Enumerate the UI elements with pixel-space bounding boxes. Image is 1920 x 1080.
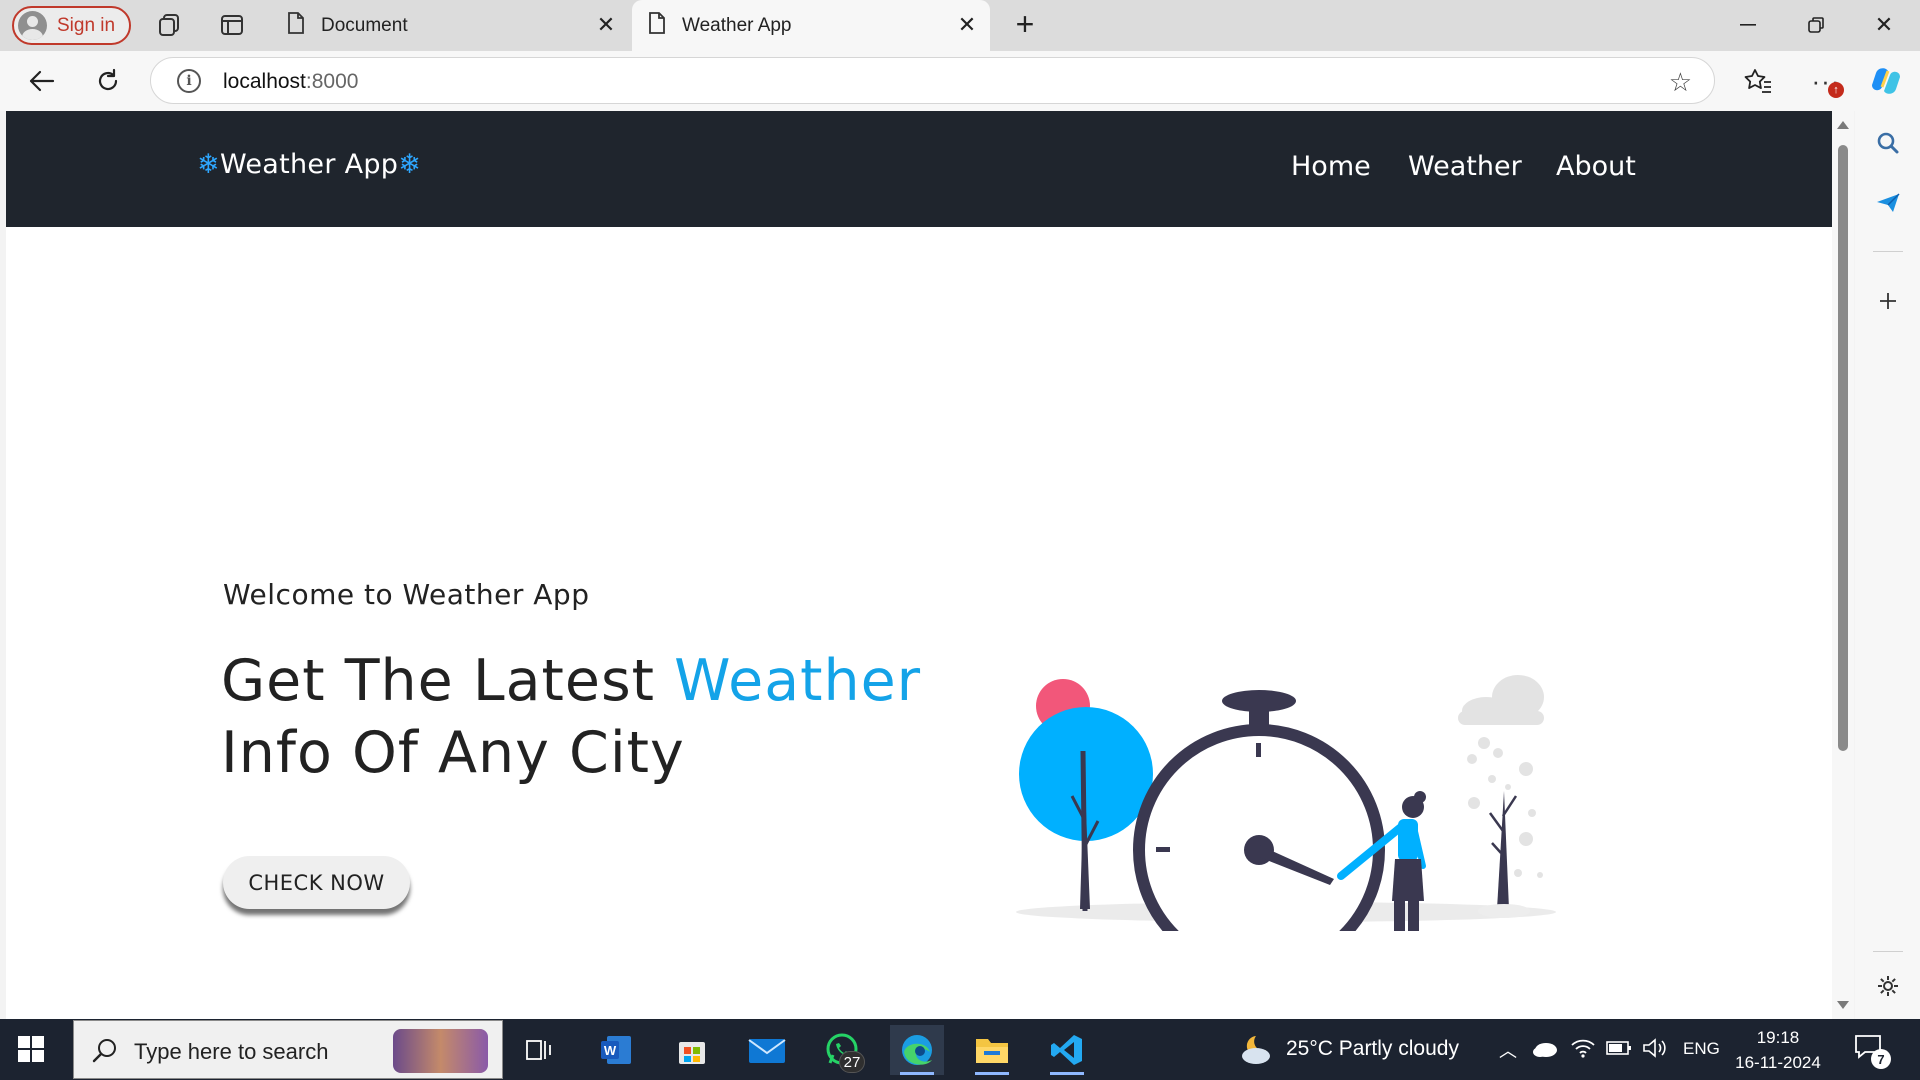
- site-info-icon[interactable]: i: [177, 69, 201, 93]
- word-icon[interactable]: W: [589, 1025, 643, 1075]
- search-icon: [92, 1037, 118, 1068]
- refresh-icon[interactable]: [90, 63, 126, 99]
- hero-title-accent: Weather: [674, 648, 922, 714]
- tab-document[interactable]: Document ✕: [271, 0, 629, 51]
- microsoft-store-icon[interactable]: [665, 1025, 719, 1075]
- wifi-icon[interactable]: [1570, 1037, 1596, 1064]
- update-badge: ↑: [1828, 82, 1844, 98]
- hero-title-part2: Info Of Any City: [221, 720, 685, 786]
- taskbar-weather-widget[interactable]: 25°C Partly cloudy: [1238, 1029, 1459, 1069]
- sign-in-label: Sign in: [57, 14, 116, 36]
- edge-sidebar: [1855, 111, 1920, 1019]
- open-app-indicator: [975, 1072, 1009, 1075]
- site-logo[interactable]: ❄Weather App❄: [197, 149, 421, 180]
- show-hidden-icons-chevron-icon[interactable]: ︿: [1499, 1037, 1517, 1063]
- back-icon[interactable]: [24, 63, 60, 99]
- notification-count-badge: 7: [1871, 1049, 1891, 1069]
- onedrive-icon[interactable]: [1532, 1039, 1558, 1064]
- file-explorer-icon[interactable]: [965, 1025, 1019, 1075]
- nav-weather-link[interactable]: Weather: [1408, 151, 1522, 182]
- minimize-button[interactable]: [1718, 6, 1778, 44]
- restore-button[interactable]: [1786, 6, 1846, 44]
- document-icon: [287, 11, 305, 40]
- task-view-icon[interactable]: [512, 1025, 566, 1075]
- svg-text:W: W: [604, 1043, 617, 1058]
- snowflake-icon: ❄: [197, 149, 220, 180]
- windows-start-icon[interactable]: [18, 1036, 44, 1067]
- open-app-indicator: [1050, 1072, 1084, 1075]
- nav-about-link[interactable]: About: [1556, 151, 1636, 182]
- copilot-icon[interactable]: [1866, 61, 1906, 101]
- edge-icon[interactable]: [890, 1025, 944, 1075]
- search-icon[interactable]: [1868, 123, 1908, 163]
- profile-avatar-icon: [18, 11, 47, 40]
- check-now-button[interactable]: CHECK NOW: [223, 856, 410, 909]
- vscode-icon[interactable]: [1040, 1025, 1094, 1075]
- browser-toolbar: i localhost:8000 ☆ ··· ↑: [0, 51, 1920, 111]
- document-icon: [648, 11, 666, 40]
- sidebar-divider: [1873, 251, 1903, 252]
- partly-cloudy-night-icon: [1242, 1036, 1270, 1064]
- weather-text: 25°C Partly cloudy: [1286, 1037, 1459, 1060]
- tab-title: Weather App: [682, 14, 792, 36]
- sidebar-settings-gear-icon[interactable]: [1868, 966, 1908, 1006]
- scrollbar-thumb[interactable]: [1838, 145, 1848, 751]
- windows-taskbar: Type here to search W 27 25°C Partly clo…: [0, 1019, 1920, 1080]
- tab-title: Document: [321, 14, 408, 36]
- search-highlight-image: [393, 1029, 488, 1073]
- hero-title: Get The Latest Weather Info Of Any City: [221, 645, 981, 789]
- send-icon[interactable]: [1868, 183, 1908, 223]
- browser-tab-strip: Sign in Document ✕ Weather App ✕ + ✕: [0, 0, 1920, 51]
- page-scrollbar[interactable]: [1832, 111, 1854, 1019]
- taskbar-search-box[interactable]: Type here to search: [73, 1020, 503, 1079]
- favorites-icon[interactable]: [1738, 61, 1778, 101]
- scroll-down-arrow-icon[interactable]: [1837, 1001, 1849, 1009]
- close-tab-icon[interactable]: ✕: [954, 12, 980, 38]
- whatsapp-unread-badge: 27: [839, 1051, 865, 1073]
- sidebar-divider: [1873, 951, 1903, 952]
- active-app-indicator: [900, 1072, 934, 1075]
- whatsapp-icon[interactable]: 27: [815, 1025, 869, 1075]
- close-window-button[interactable]: ✕: [1854, 6, 1914, 44]
- clock-date: 16-11-2024: [1735, 1053, 1821, 1072]
- favorite-star-icon[interactable]: ☆: [1669, 67, 1692, 98]
- search-placeholder: Type here to search: [134, 1039, 329, 1064]
- tab-weather-app[interactable]: Weather App ✕: [632, 0, 990, 51]
- hero-welcome-text: Welcome to Weather App: [223, 578, 590, 611]
- battery-icon[interactable]: [1606, 1039, 1632, 1062]
- workspaces-icon[interactable]: [155, 11, 183, 39]
- brand-name: Weather App: [219, 149, 399, 180]
- tab-actions-icon[interactable]: [218, 11, 246, 39]
- hero-title-part1: Get The Latest: [221, 648, 675, 714]
- sign-in-button[interactable]: Sign in: [12, 6, 131, 45]
- weather-clock-illustration: [1016, 675, 1556, 931]
- snowflake-icon: ❄: [398, 149, 422, 180]
- clock-time: 19:18: [1756, 1028, 1800, 1047]
- settings-and-more-icon[interactable]: ··· ↑: [1806, 61, 1846, 101]
- scroll-up-arrow-icon[interactable]: [1837, 121, 1849, 129]
- volume-icon[interactable]: [1642, 1037, 1668, 1064]
- taskbar-clock[interactable]: 19:18 16-11-2024: [1733, 1025, 1823, 1075]
- close-tab-icon[interactable]: ✕: [593, 12, 619, 38]
- add-sidebar-app-icon[interactable]: [1868, 281, 1908, 321]
- address-bar[interactable]: i localhost:8000 ☆: [150, 57, 1715, 104]
- nav-home-link[interactable]: Home: [1291, 151, 1371, 182]
- mail-icon[interactable]: [740, 1025, 794, 1075]
- notification-center-icon[interactable]: 7: [1853, 1033, 1893, 1069]
- new-tab-button[interactable]: +: [1008, 8, 1042, 42]
- url-text[interactable]: localhost:8000: [223, 70, 358, 94]
- page-viewport: ❄Weather App❄ Home Weather About Welcome…: [6, 111, 1832, 1019]
- input-language-indicator[interactable]: ENG: [1683, 1039, 1720, 1059]
- site-header: ❄Weather App❄ Home Weather About: [6, 111, 1832, 227]
